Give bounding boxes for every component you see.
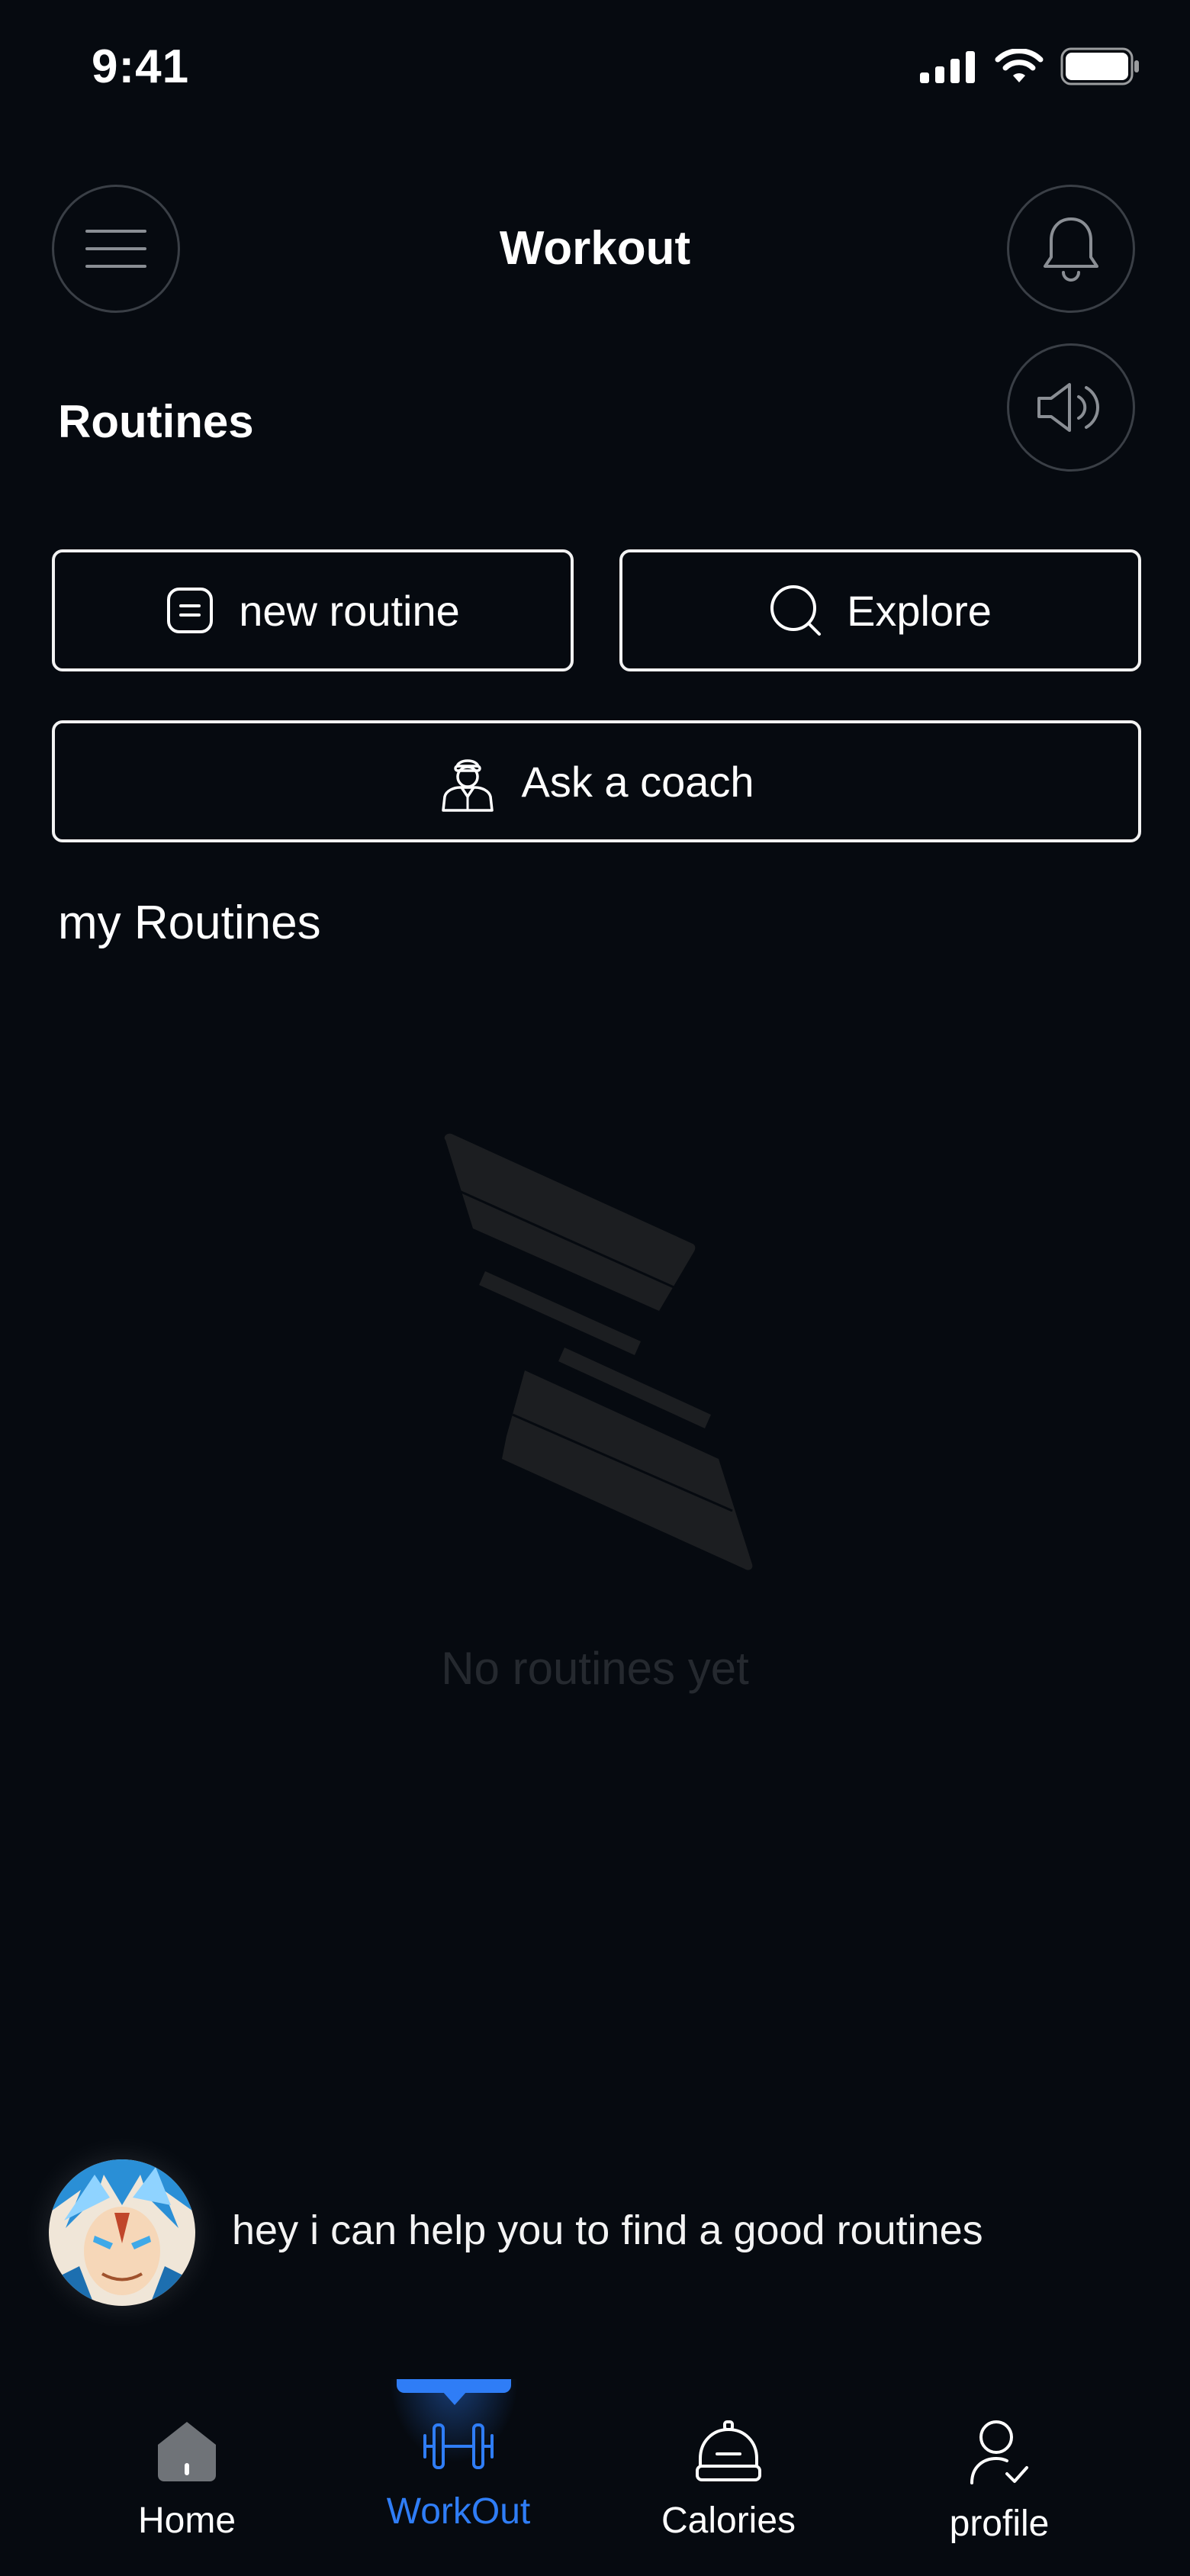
coach-message: hey i can help you to find a good routin… <box>232 2207 983 2253</box>
search-icon <box>770 585 822 636</box>
speaker-icon <box>1037 383 1100 432</box>
user-check-icon <box>970 2420 1028 2484</box>
nav-item-workout[interactable]: WorkOut <box>344 2419 573 2533</box>
new-routine-label: new routine <box>239 586 460 635</box>
food-cloche-icon <box>696 2420 761 2481</box>
sound-button[interactable] <box>1007 343 1135 472</box>
empty-state-text: No routines yet <box>441 1643 749 1694</box>
signal-icon <box>920 51 975 83</box>
home-icon <box>158 2422 216 2481</box>
section-title: Routines <box>58 396 254 447</box>
coach-avatar-icon <box>49 2159 195 2306</box>
coach-icon <box>442 759 494 812</box>
nav-item-calories[interactable]: Calories <box>614 2419 843 2542</box>
nav-label-workout: WorkOut <box>386 2491 531 2532</box>
status-icons <box>920 47 1141 85</box>
dumbbell-icon <box>423 2423 494 2469</box>
my-routines-title: my Routines <box>58 897 321 949</box>
bell-icon <box>1044 217 1098 282</box>
ask-coach-label: Ask a coach <box>521 757 754 806</box>
nav-active-indicator-tip <box>442 2391 467 2405</box>
new-routine-button[interactable]: new routine <box>52 549 574 671</box>
battery-icon <box>1060 47 1139 85</box>
wifi-icon <box>995 49 1044 82</box>
ask-coach-button[interactable]: Ask a coach <box>52 720 1141 842</box>
nav-label-profile: profile <box>949 2504 1050 2544</box>
nav-label-home: Home <box>137 2500 236 2541</box>
status-time: 9:41 <box>92 40 190 93</box>
nav-item-home[interactable]: Home <box>72 2419 301 2542</box>
coach-avatar[interactable] <box>49 2159 195 2306</box>
explore-button[interactable]: Explore <box>619 549 1141 671</box>
explore-label: Explore <box>847 586 992 635</box>
empty-state-logo-icon <box>444 1133 753 1570</box>
nav-item-profile[interactable]: profile <box>885 2419 1114 2545</box>
clipboard-icon <box>167 588 214 633</box>
nav-label-calories: Calories <box>661 2500 796 2541</box>
notifications-button[interactable] <box>1007 185 1135 313</box>
